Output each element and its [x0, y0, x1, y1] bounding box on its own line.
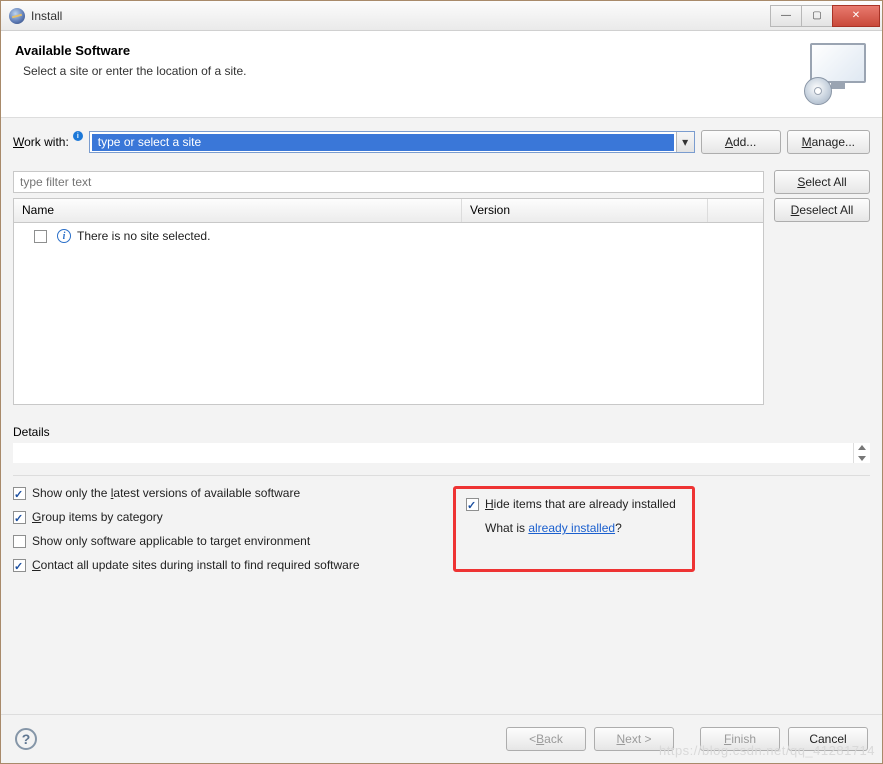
row-checkbox[interactable] [34, 230, 47, 243]
details-stepper[interactable] [853, 443, 870, 463]
checkbox-group[interactable] [13, 511, 26, 524]
opt-group-category[interactable]: Group items by category [13, 510, 433, 524]
software-tree[interactable]: i There is no site selected. [13, 222, 764, 405]
maximize-button[interactable]: ▢ [801, 5, 833, 27]
details-area: Details [13, 425, 870, 463]
empty-message: There is no site selected. [77, 229, 210, 243]
page-subtitle: Select a site or enter the location of a… [15, 64, 808, 78]
chevron-down-icon[interactable]: ▾ [676, 132, 694, 152]
info-icon: i [57, 229, 71, 243]
checkbox-show-latest[interactable] [13, 487, 26, 500]
opt-contact[interactable]: Contact all update sites during install … [13, 558, 433, 572]
deselect-all-button[interactable]: Deselect All [774, 198, 870, 222]
work-with-combo[interactable]: type or select a site ▾ [89, 131, 695, 153]
column-spacer [708, 199, 763, 222]
tree-empty-row: i There is no site selected. [20, 227, 757, 245]
work-with-row: Work with: i type or select a site ▾ Add… [13, 130, 870, 154]
column-version[interactable]: Version [462, 199, 708, 222]
details-label: Details [13, 425, 870, 439]
highlighted-box: Hide items that are already installed Wh… [453, 486, 695, 572]
opt-applicable[interactable]: Show only software applicable to target … [13, 534, 433, 548]
install-graphic-icon [808, 43, 868, 103]
whatis-row: What is already installed? [466, 521, 676, 535]
titlebar[interactable]: Install — ▢ ✕ [1, 1, 882, 31]
filter-row: Select All [13, 170, 870, 194]
add-button[interactable]: Add... [701, 130, 781, 154]
info-badge-icon: i [73, 131, 83, 141]
software-list-area: Name Version i There is no site selected… [13, 198, 870, 405]
filter-input[interactable] [13, 171, 764, 193]
window-title: Install [31, 9, 771, 23]
work-with-label: Work with: [13, 135, 69, 149]
checkbox-hide[interactable] [466, 498, 479, 511]
manage-button[interactable]: Manage... [787, 130, 870, 154]
divider [13, 475, 870, 476]
eclipse-icon [9, 8, 25, 24]
minimize-button[interactable]: — [770, 5, 802, 27]
back-button[interactable]: < Back [506, 727, 586, 751]
page-title: Available Software [15, 43, 808, 58]
install-dialog: Install — ▢ ✕ Available Software Select … [0, 0, 883, 764]
checkbox-applicable[interactable] [13, 535, 26, 548]
options-area: Show only the latest versions of availab… [13, 486, 870, 582]
dialog-footer: ? < Back Next > Finish Cancel [1, 714, 882, 763]
help-icon[interactable]: ? [15, 728, 37, 750]
cancel-button[interactable]: Cancel [788, 727, 868, 751]
finish-button[interactable]: Finish [700, 727, 780, 751]
column-name[interactable]: Name [14, 199, 462, 222]
close-button[interactable]: ✕ [832, 5, 880, 27]
table-header: Name Version [13, 198, 764, 222]
next-button[interactable]: Next > [594, 727, 674, 751]
window-controls: — ▢ ✕ [771, 5, 880, 27]
opt-hide-installed[interactable]: Hide items that are already installed [466, 497, 676, 511]
dialog-body: Work with: i type or select a site ▾ Add… [1, 118, 882, 714]
work-with-input[interactable]: type or select a site [92, 134, 674, 151]
opt-show-latest[interactable]: Show only the latest versions of availab… [13, 486, 433, 500]
details-box[interactable] [13, 443, 870, 463]
checkbox-contact[interactable] [13, 559, 26, 572]
dialog-header: Available Software Select a site or ente… [1, 31, 882, 118]
already-installed-link[interactable]: already installed [528, 521, 615, 535]
select-all-button[interactable]: Select All [774, 170, 870, 194]
